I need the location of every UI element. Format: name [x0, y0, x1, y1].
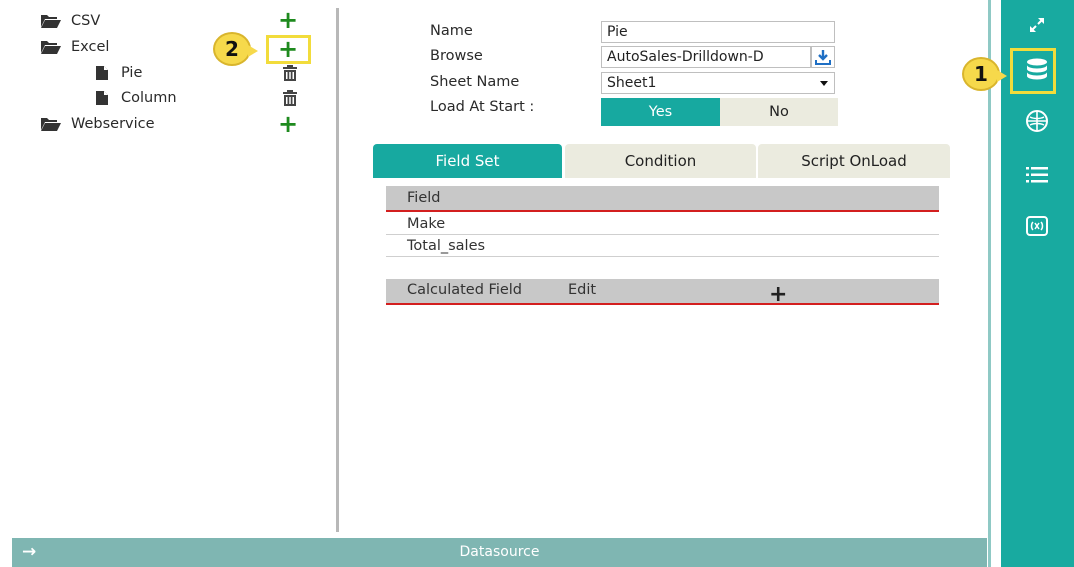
trash-icon: [283, 65, 297, 81]
right-sidebar: [1001, 0, 1074, 567]
list-icon[interactable]: [1020, 160, 1054, 190]
tree-item-csv[interactable]: CSV: [41, 10, 100, 32]
tree-item-webservice[interactable]: Webservice: [41, 113, 155, 135]
tree-item-column[interactable]: Column: [96, 87, 177, 109]
load-no-button[interactable]: No: [720, 98, 838, 126]
formula-icon[interactable]: [1020, 211, 1054, 241]
add-excel-button[interactable]: +: [277, 35, 299, 63]
add-webservice-button[interactable]: +: [277, 110, 299, 138]
expand-icon[interactable]: [1020, 10, 1054, 40]
globe-chart-icon[interactable]: [1020, 106, 1054, 136]
bar-title: Datasource: [459, 544, 540, 560]
folder-open-icon: [41, 117, 61, 131]
load-at-start-label: Load At Start :: [430, 99, 535, 115]
plus-icon: +: [277, 6, 299, 34]
sheet-name-select[interactable]: Sheet1: [601, 72, 835, 94]
callout-badge-1: 1: [962, 57, 1007, 91]
tab-script-onload[interactable]: Script OnLoad: [758, 144, 950, 178]
load-yes-button[interactable]: Yes: [601, 98, 720, 126]
sheet-name-value: Sheet1: [607, 75, 657, 91]
edit-label: Edit: [568, 282, 597, 298]
browse-field[interactable]: AutoSales-Drilldown-D: [601, 46, 811, 68]
calculated-field-label: Calculated Field: [407, 282, 523, 298]
folder-open-icon: [41, 40, 61, 54]
tab-field-set[interactable]: Field Set: [373, 144, 562, 178]
panel-divider[interactable]: [336, 8, 339, 532]
caret-down-icon: [820, 81, 828, 86]
file-icon: [96, 91, 108, 105]
add-calculated-field-button[interactable]: +: [769, 282, 787, 307]
trash-icon: [283, 90, 297, 106]
tree-item-excel[interactable]: Excel: [41, 36, 109, 58]
database-icon[interactable]: [1020, 56, 1054, 86]
plus-icon: +: [277, 35, 299, 63]
table-row[interactable]: Total_sales: [386, 235, 939, 257]
file-icon: [96, 66, 108, 80]
browse-label: Browse: [430, 48, 483, 64]
tree-item-label: Excel: [71, 39, 110, 55]
plus-icon: +: [277, 110, 299, 138]
tree-item-pie[interactable]: Pie: [96, 62, 142, 84]
tree-item-label: Webservice: [71, 116, 155, 132]
tree-item-label: CSV: [71, 13, 101, 29]
tree-item-label: Pie: [121, 65, 143, 81]
name-field[interactable]: Pie: [601, 21, 835, 43]
datasource-tree: CSV + Excel + 2 Pie Column Webservice +: [0, 0, 336, 536]
datasource-bar: → Datasource: [12, 538, 987, 567]
upload-button[interactable]: [811, 46, 835, 68]
name-label: Name: [430, 23, 473, 39]
tree-item-label: Column: [121, 90, 177, 106]
table-row[interactable]: Make: [386, 213, 939, 235]
field-table-header: Field: [386, 186, 939, 212]
folder-open-icon: [41, 14, 61, 28]
sheet-name-label: Sheet Name: [430, 74, 520, 90]
add-csv-button[interactable]: +: [277, 6, 299, 34]
download-icon: [815, 50, 831, 65]
tab-condition[interactable]: Condition: [565, 144, 756, 178]
delete-pie-button[interactable]: [279, 62, 301, 84]
calculated-field-header: Calculated Field Edit +: [386, 279, 939, 307]
callout-badge-2: 2: [213, 32, 258, 66]
delete-column-button[interactable]: [279, 87, 301, 109]
